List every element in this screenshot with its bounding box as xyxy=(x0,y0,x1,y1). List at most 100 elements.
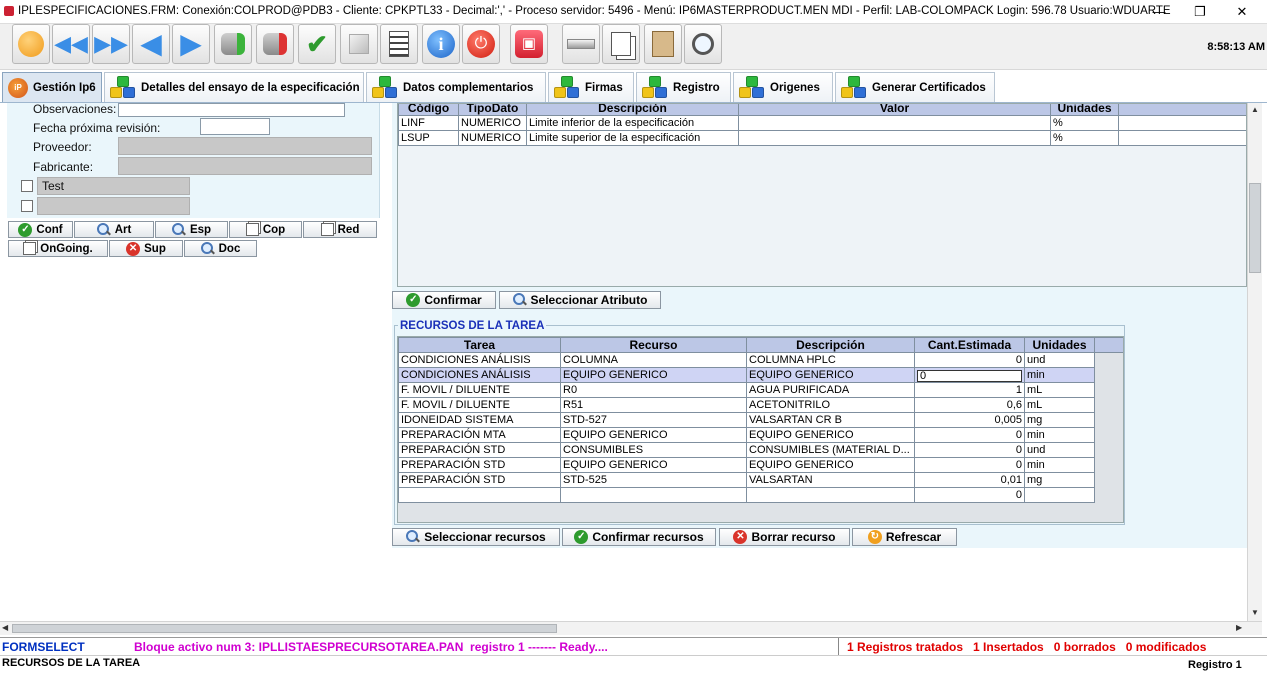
minimize-button[interactable]: — xyxy=(1139,2,1179,22)
power-button[interactable]: ⏻ xyxy=(462,24,500,64)
cell-tarea[interactable]: IDONEIDAD SISTEMA xyxy=(398,412,561,428)
table-row-new[interactable]: 0 xyxy=(398,487,1123,503)
cell-recurso[interactable]: R0 xyxy=(560,382,747,398)
cell-recurso[interactable]: EQUIPO GENERICO xyxy=(560,457,747,473)
rewind-button[interactable]: ◀◀ xyxy=(52,24,90,64)
column-header[interactable]: Recurso xyxy=(560,337,747,353)
cell-descripcion[interactable]: COLUMNA HPLC xyxy=(746,352,915,368)
cell-recurso[interactable] xyxy=(560,487,747,503)
cell-unidades[interactable]: mL xyxy=(1024,397,1095,413)
cell-unidades[interactable] xyxy=(1024,487,1095,503)
cell-descripcion[interactable]: VALSARTAN CR B xyxy=(746,412,915,428)
cell-tarea[interactable]: F. MOVIL / DILUENTE xyxy=(398,382,561,398)
cell-descripcion[interactable]: ACETONITRILO xyxy=(746,397,915,413)
table-row[interactable]: LINF NUMERICO Limite inferior de la espe… xyxy=(398,115,1246,131)
table-row[interactable]: F. MOVIL / DILUENTE R0 AGUA PURIFICADA 1… xyxy=(398,382,1123,398)
fabricante-field[interactable] xyxy=(118,157,372,175)
scroll-down-icon[interactable]: ▼ xyxy=(1251,608,1259,617)
cell-tarea[interactable]: CONDICIONES ANÁLISIS xyxy=(398,352,561,368)
cell-cantidad[interactable]: 0 xyxy=(914,457,1025,473)
cell-unidades[interactable]: mg xyxy=(1024,412,1095,428)
tab-origenes[interactable]: Origenes xyxy=(733,72,833,102)
cell-unidades[interactable]: mL xyxy=(1024,382,1095,398)
scroll-thumb[interactable] xyxy=(1249,183,1261,273)
cell-valor[interactable] xyxy=(738,115,1051,131)
scroll-right-icon[interactable]: ▶ xyxy=(1236,623,1242,632)
tab-generar-certificados[interactable]: Generar Certificados xyxy=(835,72,995,102)
cell-tarea[interactable]: F. MOVIL / DILUENTE xyxy=(398,397,561,413)
cell-descripcion[interactable] xyxy=(746,487,915,503)
cell-tipodato[interactable]: NUMERICO xyxy=(458,115,527,131)
lock-button[interactable]: ▣ xyxy=(510,24,548,64)
column-header[interactable]: Unidades xyxy=(1050,104,1119,116)
cell-cantidad[interactable]: 0 xyxy=(914,427,1025,443)
return-button[interactable] xyxy=(12,24,50,64)
table-row[interactable]: PREPARACIÓN STD EQUIPO GENERICO EQUIPO G… xyxy=(398,457,1123,473)
copy-button[interactable] xyxy=(602,24,640,64)
cell-tarea[interactable]: PREPARACIÓN STD xyxy=(398,472,561,488)
seleccionar-recursos-button[interactable]: Seleccionar recursos xyxy=(392,528,560,546)
fast-forward-button[interactable]: ▶▶ xyxy=(92,24,130,64)
delete-record-button[interactable] xyxy=(256,24,294,64)
insert-record-button[interactable] xyxy=(214,24,252,64)
restore-button[interactable]: ❐ xyxy=(1180,2,1220,22)
cube-button[interactable] xyxy=(340,24,378,64)
cell-cantidad[interactable]: 0 xyxy=(914,442,1025,458)
close-button[interactable]: ✕ xyxy=(1222,2,1262,22)
ongoing-button[interactable]: OnGoing. xyxy=(8,240,108,257)
cell-cantidad[interactable]: 0,6 xyxy=(914,397,1025,413)
cell-descripcion[interactable]: Limite inferior de la especificación xyxy=(526,115,739,131)
cell-unidades[interactable]: und xyxy=(1024,352,1095,368)
column-header[interactable]: Descripción xyxy=(526,104,739,116)
tab-firmas[interactable]: Firmas xyxy=(548,72,634,102)
cell-recurso[interactable]: R51 xyxy=(560,397,747,413)
vertical-scrollbar[interactable]: ▲ ▼ xyxy=(1247,103,1262,621)
cell-tipodato[interactable]: NUMERICO xyxy=(458,130,527,146)
cell-recurso[interactable]: STD-525 xyxy=(560,472,747,488)
cell-cantidad[interactable]: 1 xyxy=(914,382,1025,398)
eraser-button[interactable] xyxy=(562,24,600,64)
cell-cantidad[interactable]: 0,005 xyxy=(914,412,1025,428)
tab-gestion-ip6[interactable]: iP Gestión Ip6 xyxy=(2,72,102,102)
list-button[interactable] xyxy=(380,24,418,64)
cell-descripcion[interactable]: EQUIPO GENERICO xyxy=(746,457,915,473)
table-row[interactable]: PREPARACIÓN STD STD-525 VALSARTAN 0,01 m… xyxy=(398,472,1123,488)
fecha-revision-field[interactable] xyxy=(200,118,270,135)
cantidad-input[interactable]: 0 xyxy=(917,369,1022,382)
scroll-thumb[interactable] xyxy=(12,624,557,633)
confirmar-button[interactable]: ✓ Confirmar xyxy=(392,291,496,309)
table-row[interactable]: IDONEIDAD SISTEMA STD-527 VALSARTAN CR B… xyxy=(398,412,1123,428)
table-row[interactable]: F. MOVIL / DILUENTE R51 ACETONITRILO 0,6… xyxy=(398,397,1123,413)
column-header[interactable]: Cant.Estimada xyxy=(914,337,1025,353)
previous-button[interactable]: ◀ xyxy=(132,24,170,64)
cell-descripcion[interactable]: EQUIPO GENERICO xyxy=(746,367,915,383)
column-header[interactable]: Descripción xyxy=(746,337,915,353)
scroll-left-icon[interactable]: ◀ xyxy=(2,623,8,632)
cell-cantidad[interactable]: 0 xyxy=(914,487,1025,503)
sup-button[interactable]: ✕ Sup xyxy=(109,240,183,257)
observaciones-field[interactable] xyxy=(118,103,345,117)
esp-button[interactable]: Esp xyxy=(155,221,228,238)
table-row[interactable]: CONDICIONES ANÁLISIS COLUMNA COLUMNA HPL… xyxy=(398,352,1123,368)
cell-cantidad-editing[interactable]: 0 xyxy=(914,367,1025,383)
horizontal-scrollbar[interactable]: ◀ ▶ xyxy=(0,621,1262,635)
conf-button[interactable]: ✓ Conf xyxy=(8,221,73,238)
cell-recurso[interactable]: CONSUMIBLES xyxy=(560,442,747,458)
art-button[interactable]: Art xyxy=(74,221,154,238)
cell-descripcion[interactable]: Limite superior de la especificación xyxy=(526,130,739,146)
test-checkbox[interactable] xyxy=(21,180,33,192)
cell-descripcion[interactable]: CONSUMIBLES (MATERIAL D... xyxy=(746,442,915,458)
info-button[interactable]: i xyxy=(422,24,460,64)
column-header[interactable]: Código xyxy=(398,104,459,116)
search-button[interactable] xyxy=(684,24,722,64)
extra-checkbox[interactable] xyxy=(21,200,33,212)
cell-tarea[interactable]: CONDICIONES ANÁLISIS xyxy=(398,367,561,383)
table-row[interactable]: PREPARACIÓN STD CONSUMIBLES CONSUMIBLES … xyxy=(398,442,1123,458)
cell-tarea[interactable]: PREPARACIÓN STD xyxy=(398,442,561,458)
cell-cantidad[interactable]: 0 xyxy=(914,352,1025,368)
cell-unidades[interactable]: mg xyxy=(1024,472,1095,488)
confirmar-recursos-button[interactable]: ✓ Confirmar recursos xyxy=(562,528,716,546)
column-header[interactable]: Valor xyxy=(738,104,1051,116)
cell-unidades[interactable]: % xyxy=(1050,130,1119,146)
next-button[interactable]: ▶ xyxy=(172,24,210,64)
